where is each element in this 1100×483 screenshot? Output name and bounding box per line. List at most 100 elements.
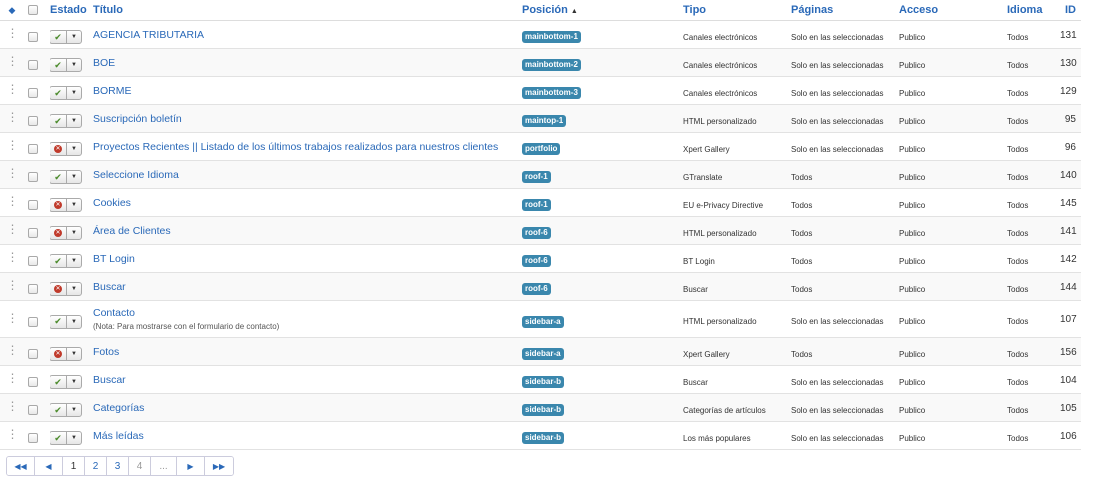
posicion-header-label[interactable]: Posición	[522, 4, 568, 16]
status-dropdown-icon[interactable]: ▼	[67, 31, 81, 43]
status-toggle[interactable]: ✕ ▼	[50, 226, 82, 240]
row-checkbox[interactable]	[28, 200, 38, 210]
drag-handle-icon[interactable]: ⋮	[7, 427, 19, 441]
drag-handle-icon[interactable]: ⋮	[7, 26, 19, 40]
status-toggle[interactable]: ✔ ▼	[50, 114, 82, 128]
status-dropdown-icon[interactable]: ▼	[67, 432, 81, 444]
module-title-link[interactable]: AGENCIA TRIBUTARIA	[93, 29, 522, 41]
status-toggle[interactable]: ✔ ▼	[50, 58, 82, 72]
drag-handle-icon[interactable]: ⋮	[7, 166, 19, 180]
published-check-icon[interactable]: ✔	[50, 115, 67, 127]
unpublished-icon[interactable]: ✕	[50, 199, 67, 211]
titulo-header[interactable]: Título	[93, 0, 522, 21]
status-dropdown-icon[interactable]: ▼	[67, 255, 81, 267]
posicion-header[interactable]: Posición ▲	[522, 0, 683, 21]
drag-handle-icon[interactable]: ⋮	[7, 54, 19, 68]
published-check-icon[interactable]: ✔	[50, 171, 67, 183]
published-check-icon[interactable]: ✔	[50, 404, 67, 416]
status-toggle[interactable]: ✔ ▼	[50, 375, 82, 389]
status-dropdown-icon[interactable]: ▼	[67, 87, 81, 99]
estado-header[interactable]: Estado	[50, 0, 93, 21]
status-dropdown-icon[interactable]: ▼	[67, 376, 81, 388]
unpublished-icon[interactable]: ✕	[50, 143, 67, 155]
row-checkbox[interactable]	[28, 228, 38, 238]
module-title-link[interactable]: Área de Clientes	[93, 225, 522, 237]
published-check-icon[interactable]: ✔	[50, 87, 67, 99]
status-toggle[interactable]: ✕ ▼	[50, 282, 82, 296]
drag-handle-icon[interactable]: ⋮	[7, 222, 19, 236]
status-dropdown-icon[interactable]: ▼	[67, 348, 81, 360]
module-title-link[interactable]: Más leídas	[93, 430, 522, 442]
status-toggle[interactable]: ✕ ▼	[50, 142, 82, 156]
status-toggle[interactable]: ✔ ▼	[50, 431, 82, 445]
row-checkbox[interactable]	[28, 405, 38, 415]
published-check-icon[interactable]: ✔	[50, 59, 67, 71]
page-3-button[interactable]: 3	[107, 457, 129, 475]
drag-handle-icon[interactable]: ⋮	[7, 343, 19, 357]
module-title-link[interactable]: Suscripción boletín	[93, 113, 522, 125]
drag-handle-icon[interactable]: ⋮	[7, 110, 19, 124]
next-page-icon[interactable]: ▶	[177, 457, 205, 475]
status-toggle[interactable]: ✔ ▼	[50, 254, 82, 268]
drag-handle-icon[interactable]: ⋮	[7, 371, 19, 385]
module-title-link[interactable]: Seleccione Idioma	[93, 169, 522, 181]
module-title-link[interactable]: BOE	[93, 57, 522, 69]
status-toggle[interactable]: ✔ ▼	[50, 30, 82, 44]
published-check-icon[interactable]: ✔	[50, 432, 67, 444]
acceso-header[interactable]: Acceso	[899, 0, 1007, 21]
status-dropdown-icon[interactable]: ▼	[67, 283, 81, 295]
unpublished-icon[interactable]: ✕	[50, 348, 67, 360]
drag-handle-icon[interactable]: ⋮	[7, 250, 19, 264]
row-checkbox[interactable]	[28, 144, 38, 154]
row-checkbox[interactable]	[28, 172, 38, 182]
published-check-icon[interactable]: ✔	[50, 31, 67, 43]
module-title-link[interactable]: Categorías	[93, 402, 522, 414]
drag-handle-icon[interactable]: ⋮	[7, 399, 19, 413]
module-title-link[interactable]: Fotos	[93, 346, 522, 358]
status-toggle[interactable]: ✔ ▼	[50, 314, 82, 329]
idioma-header[interactable]: Idioma	[1007, 0, 1060, 21]
status-toggle[interactable]: ✔ ▼	[50, 170, 82, 184]
row-checkbox[interactable]	[28, 60, 38, 70]
status-dropdown-icon[interactable]: ▼	[67, 115, 81, 127]
row-checkbox[interactable]	[28, 284, 38, 294]
status-dropdown-icon[interactable]: ▼	[67, 316, 81, 328]
status-dropdown-icon[interactable]: ▼	[67, 171, 81, 183]
drag-handle-icon[interactable]: ⋮	[7, 278, 19, 292]
status-toggle[interactable]: ✔ ▼	[50, 86, 82, 100]
prev-page-icon[interactable]: ◀	[35, 457, 63, 475]
drag-handle-icon[interactable]: ⋮	[7, 311, 19, 325]
last-page-icon[interactable]: ▶▶	[205, 457, 233, 475]
row-checkbox[interactable]	[28, 377, 38, 387]
module-title-link[interactable]: Buscar	[93, 374, 522, 386]
status-dropdown-icon[interactable]: ▼	[67, 404, 81, 416]
row-checkbox[interactable]	[28, 349, 38, 359]
page-1-button[interactable]: 1	[63, 457, 85, 475]
row-checkbox[interactable]	[28, 433, 38, 443]
unpublished-icon[interactable]: ✕	[50, 227, 67, 239]
row-checkbox[interactable]	[28, 316, 38, 327]
page-2-button[interactable]: 2	[85, 457, 107, 475]
published-check-icon[interactable]: ✔	[50, 315, 67, 328]
module-title-link[interactable]: Cookies	[93, 197, 522, 209]
status-dropdown-icon[interactable]: ▼	[67, 199, 81, 211]
first-page-icon[interactable]: ◀◀	[7, 457, 35, 475]
module-title-link[interactable]: BT Login	[93, 253, 522, 265]
module-title-link[interactable]: Contacto	[93, 307, 522, 319]
row-checkbox[interactable]	[28, 32, 38, 42]
ordering-header[interactable]: ◆	[0, 0, 24, 21]
id-header[interactable]: ID	[1060, 0, 1081, 21]
select-all-checkbox[interactable]	[28, 4, 38, 15]
drag-handle-icon[interactable]: ⋮	[7, 82, 19, 96]
drag-handle-icon[interactable]: ⋮	[7, 138, 19, 152]
status-dropdown-icon[interactable]: ▼	[67, 59, 81, 71]
module-title-link[interactable]: Proyectos Recientes || Listado de los úl…	[93, 141, 522, 153]
status-toggle[interactable]: ✕ ▼	[50, 347, 82, 361]
unpublished-icon[interactable]: ✕	[50, 283, 67, 295]
status-dropdown-icon[interactable]: ▼	[67, 227, 81, 239]
tipo-header[interactable]: Tipo	[683, 0, 791, 21]
status-toggle[interactable]: ✔ ▼	[50, 403, 82, 417]
drag-handle-icon[interactable]: ⋮	[7, 194, 19, 208]
page-4-button[interactable]: 4	[129, 457, 151, 475]
module-title-link[interactable]: BORME	[93, 85, 522, 97]
